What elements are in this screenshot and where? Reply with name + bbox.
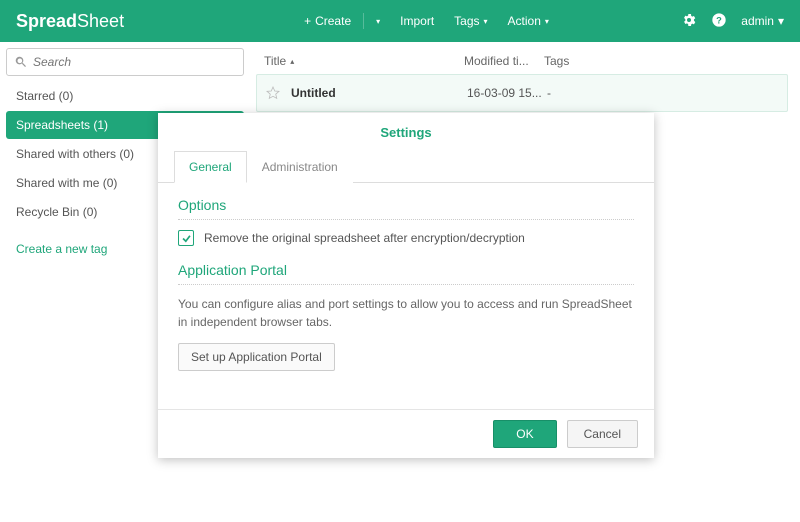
divider (363, 13, 364, 29)
tab-admin-label: Administration (262, 160, 338, 174)
row-tags: - (547, 86, 779, 100)
svg-text:?: ? (716, 15, 722, 25)
sidebar-item-starred[interactable]: Starred (0) (6, 82, 244, 110)
app-title-bold: Spread (16, 11, 77, 31)
col-tags-label: Tags (544, 54, 569, 68)
setup-portal-label: Set up Application Portal (191, 350, 322, 364)
help-icon[interactable]: ? (711, 12, 727, 31)
portal-heading: Application Portal (178, 262, 634, 278)
sidebar-item-label: Starred (0) (16, 89, 73, 103)
create-button[interactable]: + Create (294, 6, 361, 36)
row-modified: 16-03-09 15... (467, 86, 547, 100)
plus-icon: + (304, 14, 311, 28)
sidebar-item-label: Shared with others (0) (16, 147, 134, 161)
cancel-label: Cancel (584, 427, 621, 441)
setup-portal-button[interactable]: Set up Application Portal (178, 343, 335, 371)
ok-label: OK (516, 427, 533, 441)
user-menu[interactable]: admin ▾ (741, 14, 784, 28)
col-title-header[interactable]: Title ▴ (264, 54, 464, 68)
sidebar-item-label: Spreadsheets (1) (16, 118, 108, 132)
sidebar-item-label: Shared with me (0) (16, 176, 117, 190)
app-title: SpreadSheet (16, 11, 124, 32)
create-label: Create (315, 14, 351, 28)
col-tags-header[interactable]: Tags (544, 54, 780, 68)
app-title-light: Sheet (77, 11, 124, 31)
star-icon[interactable] (265, 85, 281, 101)
caret-down-icon: ▾ (484, 17, 488, 26)
import-label: Import (400, 14, 434, 28)
checkbox-checked-icon[interactable] (178, 230, 194, 246)
col-title-label: Title (264, 54, 286, 68)
tab-general-label: General (189, 160, 232, 174)
remove-original-label: Remove the original spreadsheet after en… (204, 231, 525, 245)
import-button[interactable]: Import (390, 6, 444, 36)
ok-button[interactable]: OK (493, 420, 556, 448)
list-header: Title ▴ Modified ti... Tags (256, 48, 788, 74)
modal-footer: OK Cancel (158, 409, 654, 458)
section-divider (178, 284, 634, 285)
caret-down-icon: ▾ (778, 14, 784, 28)
modal-body: Options Remove the original spreadsheet … (158, 183, 654, 379)
row-title: Untitled (291, 86, 467, 100)
remove-original-row[interactable]: Remove the original spreadsheet after en… (178, 230, 634, 246)
tags-label: Tags (454, 14, 479, 28)
col-modified-label: Modified ti... (464, 54, 529, 68)
settings-modal: Settings General Administration Options … (158, 113, 654, 458)
search-input[interactable] (6, 48, 244, 76)
cancel-button[interactable]: Cancel (567, 420, 638, 448)
toolbar-right: ? admin ▾ (681, 12, 784, 31)
modal-title: Settings (158, 113, 654, 150)
caret-down-icon: ▾ (376, 17, 380, 26)
top-toolbar: SpreadSheet + Create ▾ Import Tags ▾ Acti… (0, 0, 800, 42)
tab-administration[interactable]: Administration (247, 151, 353, 183)
action-button[interactable]: Action ▾ (498, 6, 559, 36)
list-row[interactable]: Untitled 16-03-09 15... - (256, 74, 788, 112)
search-icon (14, 55, 28, 69)
user-name: admin (741, 14, 774, 28)
section-divider (178, 219, 634, 220)
sidebar-item-label: Recycle Bin (0) (16, 205, 97, 219)
toolbar-actions: + Create ▾ Import Tags ▾ Action ▾ (294, 6, 559, 36)
sort-asc-icon: ▴ (290, 57, 294, 66)
create-tag-label: Create a new tag (16, 242, 107, 256)
gear-icon[interactable] (681, 12, 697, 31)
search-wrap (6, 48, 244, 76)
col-modified-header[interactable]: Modified ti... (464, 54, 544, 68)
tags-button[interactable]: Tags ▾ (444, 6, 497, 36)
tab-general[interactable]: General (174, 151, 247, 183)
modal-tabs: General Administration (158, 150, 654, 183)
portal-description: You can configure alias and port setting… (178, 295, 634, 331)
options-heading: Options (178, 197, 634, 213)
action-label: Action (508, 14, 541, 28)
caret-down-icon: ▾ (545, 17, 549, 26)
create-dropdown[interactable]: ▾ (366, 9, 390, 34)
